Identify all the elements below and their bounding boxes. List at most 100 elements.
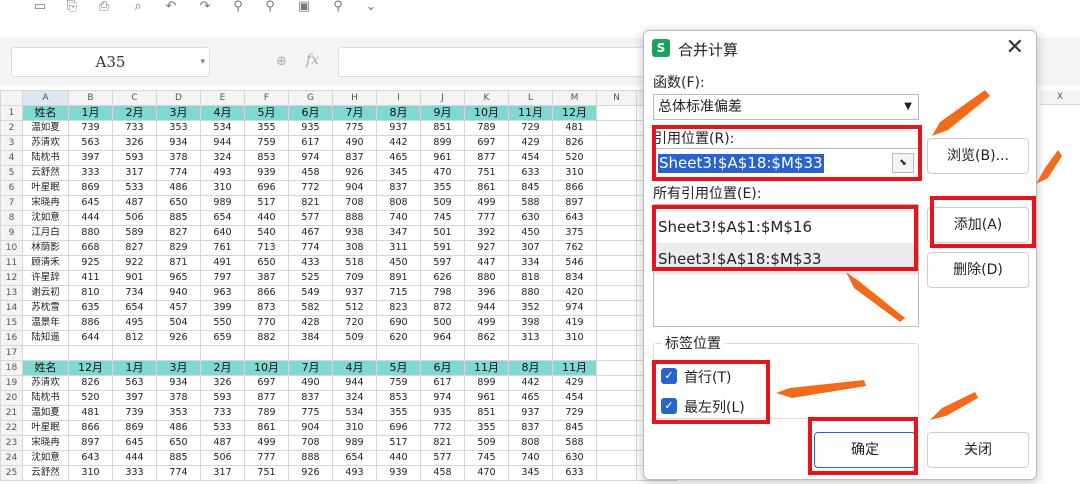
- cell[interactable]: 517: [376, 435, 421, 451]
- format-icon[interactable]: ⚲: [230, 0, 246, 14]
- cell[interactable]: 837: [508, 420, 553, 436]
- cell[interactable]: 9月: [420, 105, 465, 121]
- cell[interactable]: 499: [464, 315, 509, 331]
- cell[interactable]: 869: [68, 180, 113, 196]
- cell[interactable]: 307: [508, 240, 553, 256]
- cell[interactable]: 499: [464, 195, 509, 211]
- cell[interactable]: 317: [200, 465, 245, 481]
- cell[interactable]: [596, 165, 637, 181]
- cell[interactable]: 772: [288, 180, 333, 196]
- cell[interactable]: 926: [156, 330, 201, 346]
- cell[interactable]: 866: [552, 180, 597, 196]
- cell[interactable]: 10月: [244, 360, 289, 376]
- cell[interactable]: 490: [288, 375, 333, 391]
- cell[interactable]: [200, 345, 245, 361]
- cell[interactable]: 715: [376, 285, 421, 301]
- cell[interactable]: 546: [552, 255, 597, 271]
- row-header[interactable]: 15: [0, 315, 23, 331]
- cell[interactable]: 470: [420, 165, 465, 181]
- cell[interactable]: [112, 345, 157, 361]
- column-header-h[interactable]: H: [332, 90, 377, 106]
- cell[interactable]: 944: [200, 135, 245, 151]
- cell[interactable]: 866: [68, 420, 113, 436]
- cell[interactable]: 7月: [332, 105, 377, 121]
- row-header[interactable]: 1: [0, 105, 23, 121]
- cell[interactable]: 593: [200, 390, 245, 406]
- cell[interactable]: 935: [288, 120, 333, 136]
- cell[interactable]: 5月: [244, 105, 289, 121]
- row-header[interactable]: 24: [0, 450, 23, 466]
- cell[interactable]: 696: [244, 180, 289, 196]
- cell[interactable]: 654: [200, 210, 245, 226]
- cell[interactable]: [596, 345, 637, 361]
- cell[interactable]: 591: [420, 240, 465, 256]
- cell[interactable]: 533: [112, 180, 157, 196]
- cell[interactable]: 577: [420, 450, 465, 466]
- cell[interactable]: [420, 345, 465, 361]
- cell[interactable]: 899: [420, 135, 465, 151]
- cell[interactable]: 许星辞: [22, 270, 69, 286]
- cell[interactable]: 593: [112, 150, 157, 166]
- cell[interactable]: 774: [156, 465, 201, 481]
- cell[interactable]: 633: [552, 465, 597, 481]
- cell[interactable]: 939: [376, 465, 421, 481]
- cell[interactable]: 500: [420, 315, 465, 331]
- row-header[interactable]: 18: [0, 360, 23, 376]
- cell[interactable]: 974: [288, 150, 333, 166]
- cell[interactable]: 378: [156, 150, 201, 166]
- cell[interactable]: 506: [200, 450, 245, 466]
- cell[interactable]: [596, 375, 637, 391]
- cell[interactable]: 501: [420, 225, 465, 241]
- cell[interactable]: 925: [68, 255, 113, 271]
- cell[interactable]: 829: [156, 240, 201, 256]
- cell[interactable]: 334: [508, 255, 553, 271]
- cell[interactable]: 643: [68, 450, 113, 466]
- cell[interactable]: [508, 345, 553, 361]
- cell[interactable]: 617: [288, 135, 333, 151]
- cell[interactable]: 481: [552, 120, 597, 136]
- cell[interactable]: 姓名: [22, 105, 69, 121]
- cell[interactable]: [596, 135, 637, 151]
- cell[interactable]: 577: [288, 210, 333, 226]
- cell[interactable]: 399: [200, 300, 245, 316]
- cell[interactable]: [156, 345, 201, 361]
- cell[interactable]: 397: [112, 390, 157, 406]
- cell[interactable]: 429: [552, 375, 597, 391]
- cell[interactable]: [332, 345, 377, 361]
- cell[interactable]: 862: [464, 330, 509, 346]
- cell[interactable]: 644: [68, 330, 113, 346]
- cell[interactable]: 454: [508, 150, 553, 166]
- cell[interactable]: 550: [200, 315, 245, 331]
- cell[interactable]: 733: [200, 405, 245, 421]
- column-header-l[interactable]: L: [508, 90, 553, 106]
- cell[interactable]: 640: [200, 225, 245, 241]
- cell[interactable]: 317: [112, 165, 157, 181]
- cell[interactable]: [596, 300, 637, 316]
- row-header[interactable]: 5: [0, 165, 23, 181]
- print-preview-icon[interactable]: ⌕: [130, 0, 146, 14]
- cell[interactable]: 922: [112, 255, 157, 271]
- cell[interactable]: 927: [464, 240, 509, 256]
- cell[interactable]: [596, 360, 637, 376]
- cell[interactable]: 310: [332, 420, 377, 436]
- cell[interactable]: [596, 195, 637, 211]
- cell[interactable]: 853: [376, 390, 421, 406]
- cell[interactable]: [596, 225, 637, 241]
- chevron-down-icon[interactable]: ▾: [200, 48, 205, 76]
- cell[interactable]: 7月: [288, 360, 333, 376]
- cell[interactable]: 姓名: [22, 360, 69, 376]
- name-box[interactable]: A35 ▾: [11, 47, 210, 77]
- cell[interactable]: 486: [156, 420, 201, 436]
- cell[interactable]: 645: [68, 195, 113, 211]
- column-header-j[interactable]: J: [420, 90, 465, 106]
- cell[interactable]: 739: [68, 120, 113, 136]
- cell[interactable]: 486: [156, 180, 201, 196]
- cell[interactable]: 882: [244, 330, 289, 346]
- cell[interactable]: 885: [156, 210, 201, 226]
- cell[interactable]: [552, 345, 597, 361]
- cell[interactable]: 4月: [200, 105, 245, 121]
- cell[interactable]: 355: [376, 405, 421, 421]
- cell[interactable]: 353: [156, 405, 201, 421]
- cell[interactable]: [596, 450, 637, 466]
- cell[interactable]: 397: [68, 150, 113, 166]
